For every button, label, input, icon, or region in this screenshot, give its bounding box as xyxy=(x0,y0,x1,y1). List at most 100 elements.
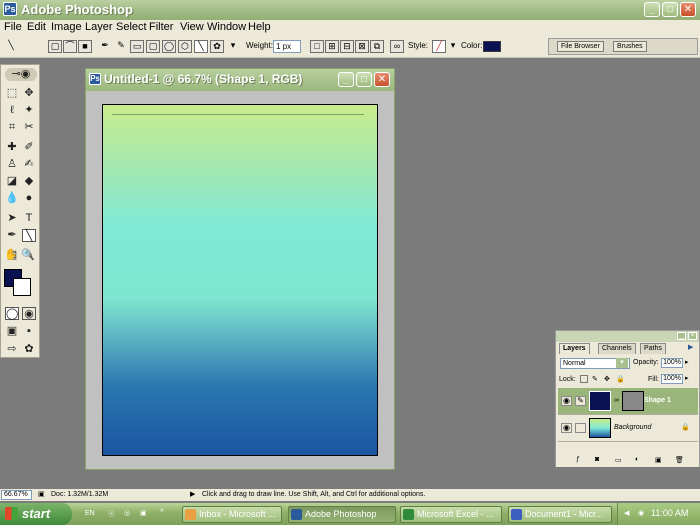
language-indicator[interactable]: EN xyxy=(85,510,95,517)
eye-icon[interactable]: ◉ xyxy=(561,423,572,433)
custom-shape-icon[interactable]: ✿ xyxy=(210,40,224,53)
brush-link-icon[interactable]: ✎ xyxy=(575,396,586,406)
intersect-shape-icon[interactable]: ⊠ xyxy=(355,40,369,53)
opacity-input[interactable]: 100% xyxy=(661,358,683,368)
clone-stamp-icon[interactable]: ♙ xyxy=(5,158,19,171)
minimize-button[interactable]: _ xyxy=(644,2,660,17)
task-word[interactable]: Document1 - Micr... xyxy=(508,506,612,523)
subtract-shape-icon[interactable]: ⊟ xyxy=(340,40,354,53)
tab-layers[interactable]: Layers xyxy=(559,343,590,354)
pen-tool-icon[interactable]: ✒ xyxy=(5,229,19,242)
status-arrow-icon[interactable]: ▶ xyxy=(190,490,195,498)
antivirus-icon[interactable]: ◉ xyxy=(638,509,644,517)
palette-header[interactable]: _ × xyxy=(556,331,699,342)
palette-menu-icon[interactable]: ▶ xyxy=(688,343,693,351)
close-button[interactable]: ✕ xyxy=(680,2,696,17)
menu-edit[interactable]: Edit xyxy=(27,21,46,33)
task-photoshop[interactable]: Adobe Photoshop xyxy=(288,506,396,523)
doc-maximize-button[interactable]: □ xyxy=(356,72,372,87)
chevron-down-icon[interactable]: ▾ xyxy=(226,40,240,53)
new-shape-layer-icon[interactable]: □ xyxy=(310,40,324,53)
paths-icon[interactable]: ⌒ xyxy=(63,40,77,53)
gradient-canvas[interactable] xyxy=(102,104,378,456)
fill-input[interactable]: 100% xyxy=(661,374,683,384)
line-tool-icon[interactable]: ╲ xyxy=(4,40,18,53)
tab-file-browser[interactable]: File Browser xyxy=(557,41,604,52)
tab-channels[interactable]: Channels xyxy=(598,343,636,354)
menu-file[interactable]: File xyxy=(4,21,22,33)
outlook-quicklaunch-icon[interactable]: ◎ xyxy=(124,509,130,517)
lasso-icon[interactable]: ℓ xyxy=(5,104,19,117)
healing-brush-icon[interactable]: ✚ xyxy=(5,141,19,154)
magic-wand-icon[interactable]: ✦ xyxy=(22,104,36,117)
eye-icon[interactable]: ◉ xyxy=(561,396,572,406)
chevron-down-icon[interactable]: ▾ xyxy=(616,358,628,368)
chevron-down-icon[interactable]: ▾ xyxy=(446,40,460,53)
marquee-icon[interactable]: ⬚ xyxy=(5,87,19,100)
history-brush-icon[interactable]: ✍ xyxy=(22,158,36,171)
add-shape-icon[interactable]: ⊞ xyxy=(325,40,339,53)
new-layer-icon[interactable]: ▣ xyxy=(655,456,662,464)
link-box-icon[interactable] xyxy=(575,423,586,433)
color-swatch[interactable] xyxy=(483,41,501,52)
background-color-swatch[interactable] xyxy=(13,278,31,296)
menu-layer[interactable]: Layer xyxy=(85,21,113,33)
move-icon[interactable]: ✥ xyxy=(22,87,36,100)
screen-mode-standard-icon[interactable]: ▣ xyxy=(5,325,19,338)
menu-select[interactable]: Select xyxy=(116,21,147,33)
jump-to-imageready-icon[interactable]: ⇨ xyxy=(5,343,19,356)
freeform-pen-icon[interactable]: ✎ xyxy=(114,40,128,53)
rectangle-icon[interactable]: ▭ xyxy=(130,40,144,53)
task-excel[interactable]: Microsoft Excel - ... xyxy=(400,506,502,523)
layer-row-background[interactable]: ◉ Background 🔒 xyxy=(558,415,698,442)
line-shape-icon[interactable]: ╲ xyxy=(194,40,208,53)
trash-icon[interactable]: 🗑 xyxy=(675,456,684,464)
link-icon[interactable]: ∞ xyxy=(390,40,404,53)
slice-icon[interactable]: ✂ xyxy=(22,121,36,134)
tab-brushes[interactable]: Brushes xyxy=(613,41,647,52)
clock[interactable]: 11:00 AM xyxy=(651,508,688,518)
menu-view[interactable]: View xyxy=(180,21,204,33)
menu-help[interactable]: Help xyxy=(248,21,271,33)
lock-position-icon[interactable]: ✥ xyxy=(604,375,610,383)
shape-line[interactable] xyxy=(112,114,364,115)
imageready-icon[interactable]: ✿ xyxy=(22,343,36,356)
start-button[interactable]: start xyxy=(0,503,72,525)
layer-set-icon[interactable]: ▭ xyxy=(615,456,622,464)
palette-close-button[interactable]: × xyxy=(688,332,697,340)
layer-style-icon[interactable]: ƒ xyxy=(576,456,580,463)
adjustment-layer-icon[interactable]: ◐ xyxy=(635,456,639,463)
fill-pixels-icon[interactable]: ■ xyxy=(78,40,92,53)
lock-transparent-icon[interactable] xyxy=(580,375,588,383)
standard-mode-icon[interactable]: ◯ xyxy=(5,307,19,320)
tab-paths[interactable]: Paths xyxy=(640,343,666,354)
style-swatch[interactable]: ╱ xyxy=(432,40,446,53)
dodge-icon[interactable]: ● xyxy=(22,192,36,205)
adobe-online-icon[interactable]: ⊸◉ xyxy=(5,68,37,81)
shape-layers-icon[interactable]: ▢ xyxy=(48,40,62,53)
screen-mode-full-icon[interactable]: ▪ xyxy=(22,325,36,338)
menu-filter[interactable]: Filter xyxy=(149,21,173,33)
layer-row-shape-1[interactable]: ◉ ✎ ∞ Shape 1 xyxy=(558,388,698,415)
crop-icon[interactable]: ⌗ xyxy=(5,121,19,134)
more-quicklaunch-icon[interactable]: » xyxy=(160,507,164,514)
rounded-rectangle-icon[interactable]: ▢ xyxy=(146,40,160,53)
maximize-button[interactable]: □ xyxy=(662,2,678,17)
polygon-icon[interactable]: ⬡ xyxy=(178,40,192,53)
add-mask-icon[interactable]: ◙ xyxy=(595,456,599,463)
hand-tool-icon[interactable]: ✋ xyxy=(4,249,18,262)
line-tool-selected-icon[interactable]: ╲ xyxy=(22,229,36,242)
desktop-icon[interactable]: ▣ xyxy=(140,509,147,517)
lock-image-icon[interactable]: ✎ xyxy=(592,375,598,383)
blur-icon[interactable]: 💧 xyxy=(5,192,19,205)
type-icon[interactable]: T xyxy=(22,212,36,225)
ie-icon[interactable]: ⓔ xyxy=(108,509,115,519)
photoshop-icon[interactable]: Ps xyxy=(3,2,17,16)
paint-bucket-icon[interactable]: ◆ xyxy=(22,175,36,188)
zoom-input[interactable]: 66.67% xyxy=(1,490,32,500)
quick-mask-icon[interactable]: ◉ xyxy=(22,307,36,320)
eraser-icon[interactable]: ◪ xyxy=(5,175,19,188)
weight-input[interactable]: 1 px xyxy=(273,40,301,53)
pen-icon[interactable]: ✒ xyxy=(98,40,112,53)
tray-icon[interactable]: ◀ xyxy=(624,509,629,517)
